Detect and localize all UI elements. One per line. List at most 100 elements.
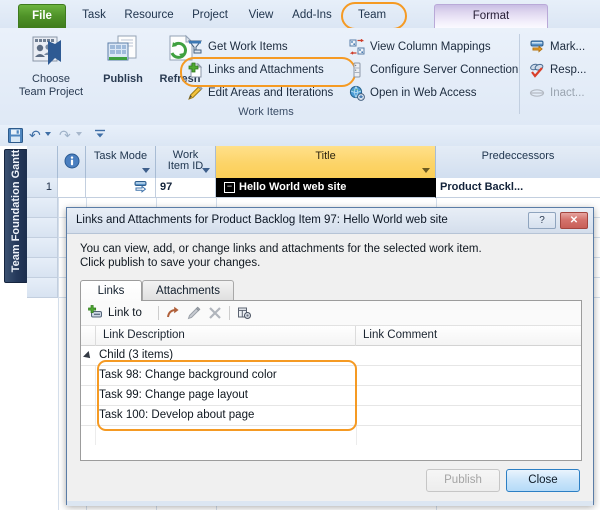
publish-icon <box>95 34 151 73</box>
column-link-comment[interactable]: Link Comment <box>356 326 581 346</box>
redo-icon[interactable]: ↷ <box>59 127 71 144</box>
ribbon-tab-add-ins[interactable]: Add-Ins <box>284 4 340 28</box>
quick-access-toolbar: ↶ ↷ <box>0 125 600 147</box>
dialog-help-button[interactable]: ? <box>528 212 556 229</box>
ribbon-tab-resource[interactable]: Resource <box>118 4 180 28</box>
ribbon-group-divider <box>519 34 520 114</box>
grid-header-task-mode[interactable]: Task Mode <box>86 146 156 178</box>
list-item-comment <box>356 426 582 445</box>
dialog-bottom-strip <box>67 501 593 506</box>
undo-icon[interactable]: ↶ <box>29 127 41 144</box>
mark-icon <box>529 39 545 55</box>
grid-header-title-label: Title <box>315 150 336 162</box>
ribbon-tab-file[interactable]: File <box>18 4 66 28</box>
tab-attachments[interactable]: Attachments <box>142 280 234 301</box>
delete-link-icon[interactable] <box>207 305 224 322</box>
close-button-dialog[interactable]: Close <box>506 469 580 492</box>
undo-dropdown-icon[interactable] <box>45 132 51 136</box>
list-item-description: Task 99: Change page layout <box>99 389 248 401</box>
open-in-web-access-label: Open in Web Access <box>370 87 477 99</box>
row-title-text: Hello World web site <box>239 181 347 193</box>
dialog-description: You can view, add, or change links and a… <box>80 242 550 270</box>
row-work-item-id: 97 <box>156 178 216 198</box>
dialog-body: You can view, add, or change links and a… <box>67 234 593 506</box>
list-item[interactable]: Task 100: Develop about page <box>81 406 581 426</box>
list-item[interactable]: Task 98: Change background color <box>81 366 581 386</box>
links-list-header-gutter <box>81 326 96 346</box>
link-to-label: Link to <box>108 307 142 319</box>
dialog-description-line-2: Click publish to save your changes. <box>80 257 261 269</box>
row-indicator-cell <box>58 178 86 198</box>
ribbon-tab-bar: File Task Resource Project View Add-Ins … <box>0 0 600 30</box>
row-task-mode-cell[interactable] <box>86 178 156 198</box>
edit-areas-and-iterations-label: Edit Areas and Iterations <box>208 87 334 99</box>
globe-icon <box>349 85 365 101</box>
collapse-toggle-icon[interactable]: − <box>224 181 235 193</box>
links-and-attachments-label: Links and Attachments <box>208 64 324 76</box>
title-filter-caret-icon[interactable] <box>422 168 430 173</box>
list-item-comment <box>356 406 582 425</box>
mark-label: Mark... <box>550 41 586 53</box>
edit-link-icon[interactable] <box>186 305 203 322</box>
list-item-comment <box>356 386 582 405</box>
redo-dropdown-icon[interactable] <box>76 132 82 136</box>
choose-team-project-button[interactable]: Choose Team Project <box>10 34 92 98</box>
grid-header-predecessors-label: Predeccessors <box>481 150 555 162</box>
row-predecessors: Product Backl... <box>436 178 600 198</box>
save-icon[interactable] <box>8 128 23 146</box>
link-to-button[interactable]: Link to <box>88 305 142 322</box>
funnel-icon <box>187 39 203 55</box>
ribbon-content-panel: Choose Team Project Publish Refresh Get … <box>0 28 600 126</box>
row-number: 1 <box>27 178 58 198</box>
inactivate-label: Inact... <box>550 87 585 99</box>
list-item-empty <box>81 426 581 446</box>
link-group-row[interactable]: Child (3 items) <box>81 346 581 366</box>
list-item-comment <box>356 366 582 385</box>
link-options-icon[interactable] <box>236 305 253 322</box>
task-mode-filter-caret-icon[interactable] <box>142 168 150 173</box>
dialog-title-bar[interactable]: Links and Attachments for Product Backlo… <box>67 208 593 234</box>
grid-header-rownum <box>27 146 58 178</box>
configure-server-connection-label: Configure Server Connection <box>370 64 519 76</box>
work-item-id-filter-caret-icon[interactable] <box>202 168 210 173</box>
link-to-icon <box>88 305 104 325</box>
publish-button[interactable]: Publish <box>95 34 151 86</box>
dialog-close-button[interactable]: ✕ <box>560 212 588 229</box>
team-foundation-gantt-label: Team Foundation Gantt <box>10 149 22 273</box>
grid-header-task-mode-label: Task Mode <box>93 150 148 162</box>
list-item-description: Task 100: Develop about page <box>99 409 255 421</box>
open-link-icon[interactable] <box>165 305 182 322</box>
grid-header-title[interactable]: Title <box>216 146 436 178</box>
grid-header-predecessors[interactable]: Predeccessors <box>436 146 600 178</box>
new-document-icon <box>187 62 203 78</box>
view-column-mappings-label: View Column Mappings <box>370 41 491 53</box>
links-toolbar: Link to <box>81 301 581 326</box>
grid-header-indicators <box>58 146 86 178</box>
ribbon-tab-task[interactable]: Task <box>72 4 116 28</box>
tab-links[interactable]: Links <box>80 280 142 301</box>
link-group-label: Child (3 items) <box>99 349 174 361</box>
choose-team-project-icon <box>10 34 92 73</box>
grid-header-work-item-id[interactable]: Work Item ID <box>156 146 216 178</box>
list-item[interactable]: Task 99: Change page layout <box>81 386 581 406</box>
dialog-title: Links and Attachments for Product Backlo… <box>76 214 448 226</box>
inactivate-icon <box>529 85 545 101</box>
ribbon-tab-project[interactable]: Project <box>182 4 238 28</box>
group-expand-icon[interactable] <box>83 351 93 361</box>
choose-team-project-label-line1: Choose <box>32 73 70 85</box>
table-row[interactable]: 1 97 − Hello World web site Product Backl… <box>27 178 600 198</box>
row-title[interactable]: − Hello World web site <box>216 178 436 198</box>
ribbon-tab-team[interactable]: Team <box>348 4 396 28</box>
customize-qat-icon[interactable] <box>94 128 106 143</box>
column-link-description[interactable]: Link Description <box>96 326 356 346</box>
project-application-window: File Task Resource Project View Add-Ins … <box>0 0 600 510</box>
work-items-group-label: Work Items <box>238 106 294 118</box>
ribbon-tab-format[interactable]: Format <box>434 4 548 28</box>
info-icon <box>64 153 80 172</box>
team-foundation-gantt-side-tab[interactable]: Team Foundation Gantt <box>4 149 28 283</box>
ribbon-tab-view[interactable]: View <box>240 4 282 28</box>
column-mappings-icon <box>349 38 365 55</box>
dialog-tab-strip: Links Attachments <box>80 280 582 301</box>
publish-button-dialog[interactable]: Publish <box>426 469 500 492</box>
list-item-gutter <box>81 366 96 385</box>
